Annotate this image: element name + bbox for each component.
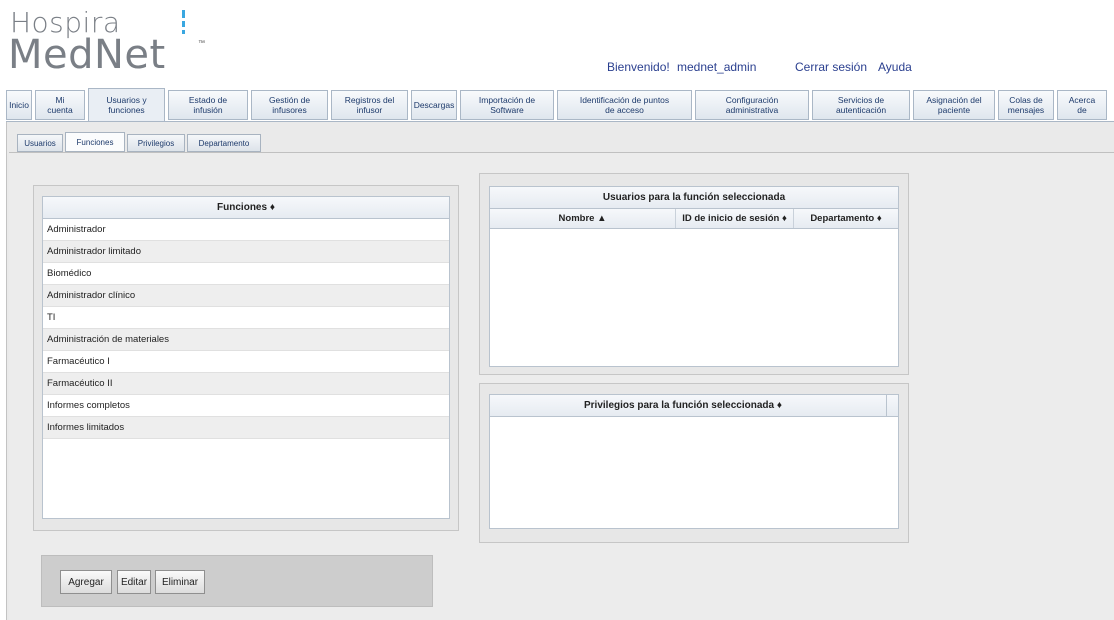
privileges-header[interactable]: Privilegios para la función seleccionada… [490, 395, 898, 417]
tab-registros-infusor[interactable]: Registros del infusor [331, 90, 408, 120]
header: Hospira MedNet ™ Bienvenido! mednet_admi… [0, 0, 1114, 86]
tab-importacion-software[interactable]: Importación de Software [460, 90, 554, 120]
logo-trademark: ™ [198, 40, 205, 47]
function-row[interactable]: Biomédico [43, 263, 449, 285]
subtab-usuarios[interactable]: Usuarios [17, 134, 63, 152]
function-row[interactable]: Administrador limitado [43, 241, 449, 263]
tab-servicios-autenticacion[interactable]: Servicios de autenticación [812, 90, 910, 120]
functions-header[interactable]: Funciones ♦ [43, 197, 449, 219]
column-login-id[interactable]: ID de inicio de sesión ♦ [676, 209, 794, 228]
function-row[interactable]: Farmacéutico II [43, 373, 449, 395]
tab-mi-cuenta[interactable]: Mi cuenta [35, 90, 85, 120]
users-panel: Usuarios para la función seleccionada No… [479, 173, 909, 375]
functions-table: Funciones ♦ Administrador Administrador … [42, 196, 450, 519]
delete-button[interactable]: Eliminar [155, 570, 205, 594]
logo-accent-dash [182, 21, 185, 27]
subtab-departamento[interactable]: Departamento [187, 134, 261, 152]
users-table-columns: Nombre ▲ ID de inicio de sesión ♦ Depart… [490, 209, 898, 229]
add-button[interactable]: Agregar [60, 570, 112, 594]
functions-panel: Funciones ♦ Administrador Administrador … [33, 185, 459, 531]
tab-gestion-infusores[interactable]: Gestión de infusores [251, 90, 328, 120]
header-column-divider [886, 395, 887, 417]
content-area: Usuarios Funciones Privilegios Departame… [6, 122, 1114, 620]
username-label: mednet_admin [677, 60, 757, 74]
users-table: Usuarios para la función seleccionada No… [489, 186, 899, 367]
function-row[interactable]: Informes completos [43, 395, 449, 417]
privileges-panel: Privilegios para la función seleccionada… [479, 383, 909, 543]
logo-accent-dash [182, 30, 185, 34]
action-button-bar: Agregar Editar Eliminar [41, 555, 433, 607]
tab-inicio[interactable]: Inicio [6, 90, 32, 120]
welcome-text: Bienvenido! [607, 60, 670, 74]
tab-colas-mensajes[interactable]: Colas de mensajes [998, 90, 1054, 120]
function-row[interactable]: Farmacéutico I [43, 351, 449, 373]
edit-button[interactable]: Editar [117, 570, 151, 594]
logo-line2: MedNet [8, 32, 166, 78]
tab-descargas[interactable]: Descargas [411, 90, 457, 120]
functions-page: Funciones ♦ Administrador Administrador … [9, 152, 1114, 620]
main-tab-bar: Inicio Mi cuenta Usuarios y funciones Es… [6, 88, 1114, 122]
logout-link[interactable]: Cerrar sesión [795, 60, 867, 74]
tab-identificacion-puntos-acceso[interactable]: Identificación de puntos de acceso [557, 90, 692, 120]
privileges-table: Privilegios para la función seleccionada… [489, 394, 899, 529]
tab-estado-infusion[interactable]: Estado de infusión [168, 90, 248, 120]
function-row[interactable]: TI [43, 307, 449, 329]
tab-usuarios-funciones[interactable]: Usuarios y funciones [88, 88, 165, 122]
function-row[interactable]: Administración de materiales [43, 329, 449, 351]
hospira-mednet-logo: Hospira MedNet ™ [8, 4, 228, 82]
function-row[interactable]: Administrador clínico [43, 285, 449, 307]
subtab-funciones[interactable]: Funciones [65, 132, 125, 152]
column-departamento[interactable]: Departamento ♦ [794, 209, 898, 228]
function-row[interactable]: Administrador [43, 219, 449, 241]
subtab-privilegios[interactable]: Privilegios [127, 134, 185, 152]
column-nombre[interactable]: Nombre ▲ [490, 209, 676, 228]
tab-acerca-de[interactable]: Acerca de [1057, 90, 1107, 120]
function-row[interactable]: Informes limitados [43, 417, 449, 439]
users-table-title: Usuarios para la función seleccionada [490, 187, 898, 209]
help-link[interactable]: Ayuda [878, 60, 912, 74]
tab-asignacion-paciente[interactable]: Asignación del paciente [913, 90, 995, 120]
tab-configuracion-administrativa[interactable]: Configuración administrativa [695, 90, 809, 120]
logo-accent-dash [182, 10, 185, 18]
